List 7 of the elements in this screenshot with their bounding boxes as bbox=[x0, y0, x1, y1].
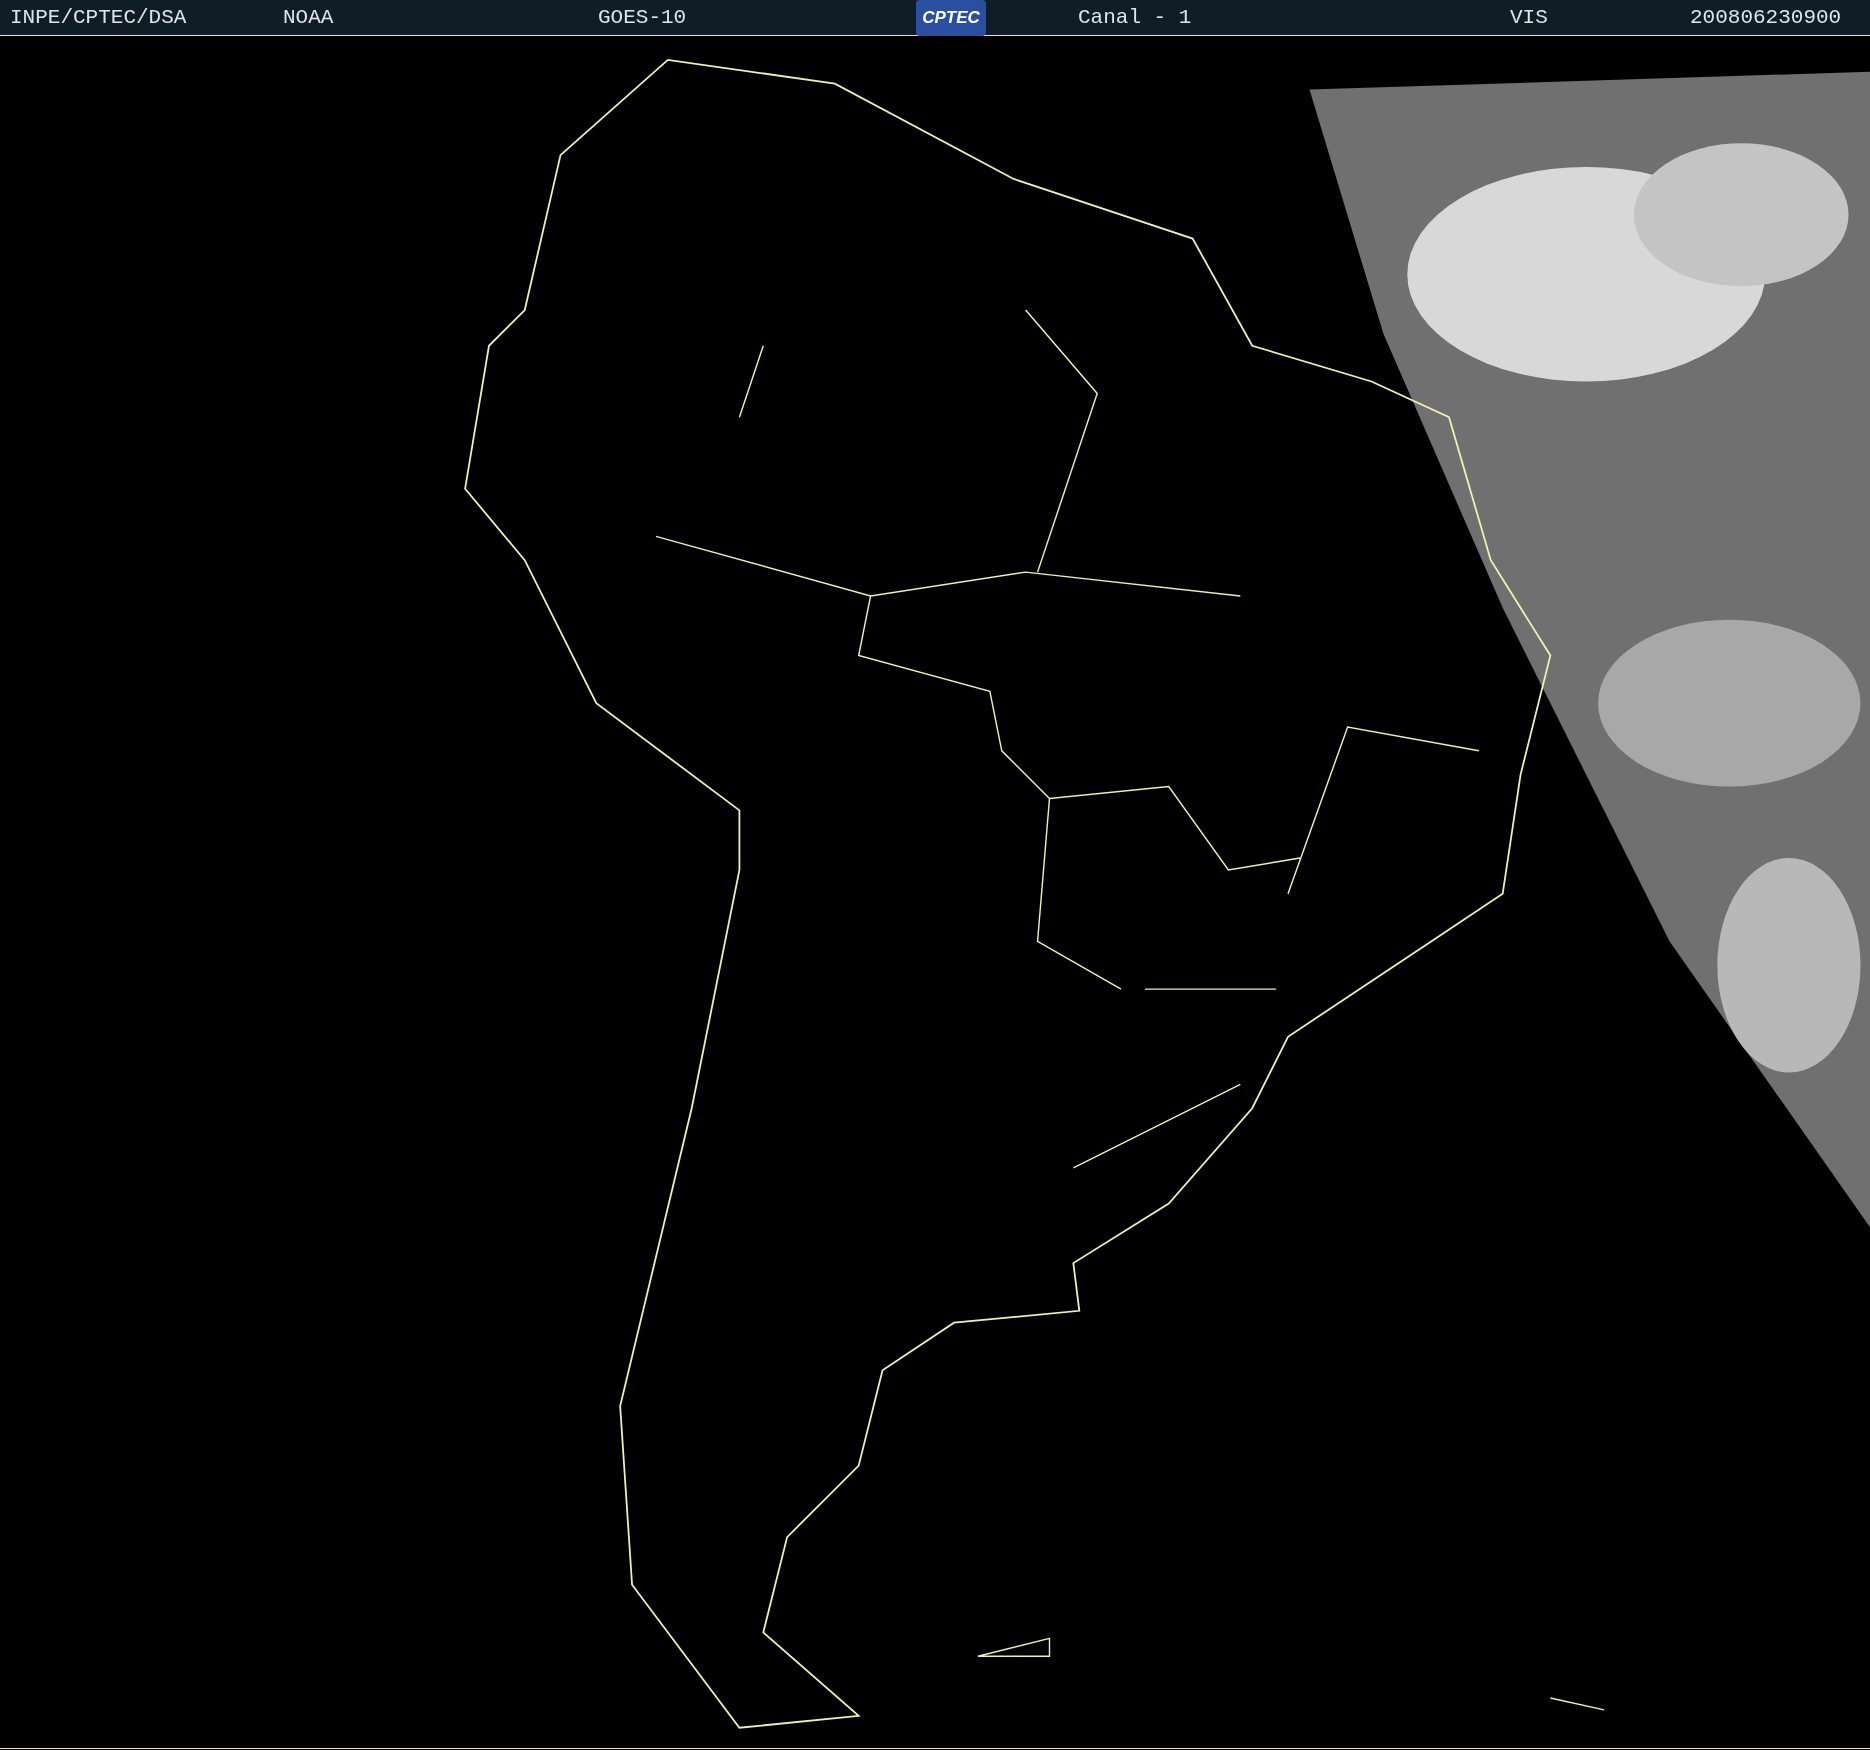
source-label: NOAA bbox=[283, 5, 334, 31]
cptec-logo: CPTEC bbox=[916, 0, 986, 36]
satellite-label: GOES-10 bbox=[598, 5, 687, 31]
band-label: VIS bbox=[1510, 5, 1548, 31]
timestamp-label: 200806230900 bbox=[1690, 5, 1842, 31]
agency-label: INPE/CPTEC/DSA bbox=[10, 5, 187, 31]
channel-label: Canal - 1 bbox=[1078, 5, 1192, 31]
